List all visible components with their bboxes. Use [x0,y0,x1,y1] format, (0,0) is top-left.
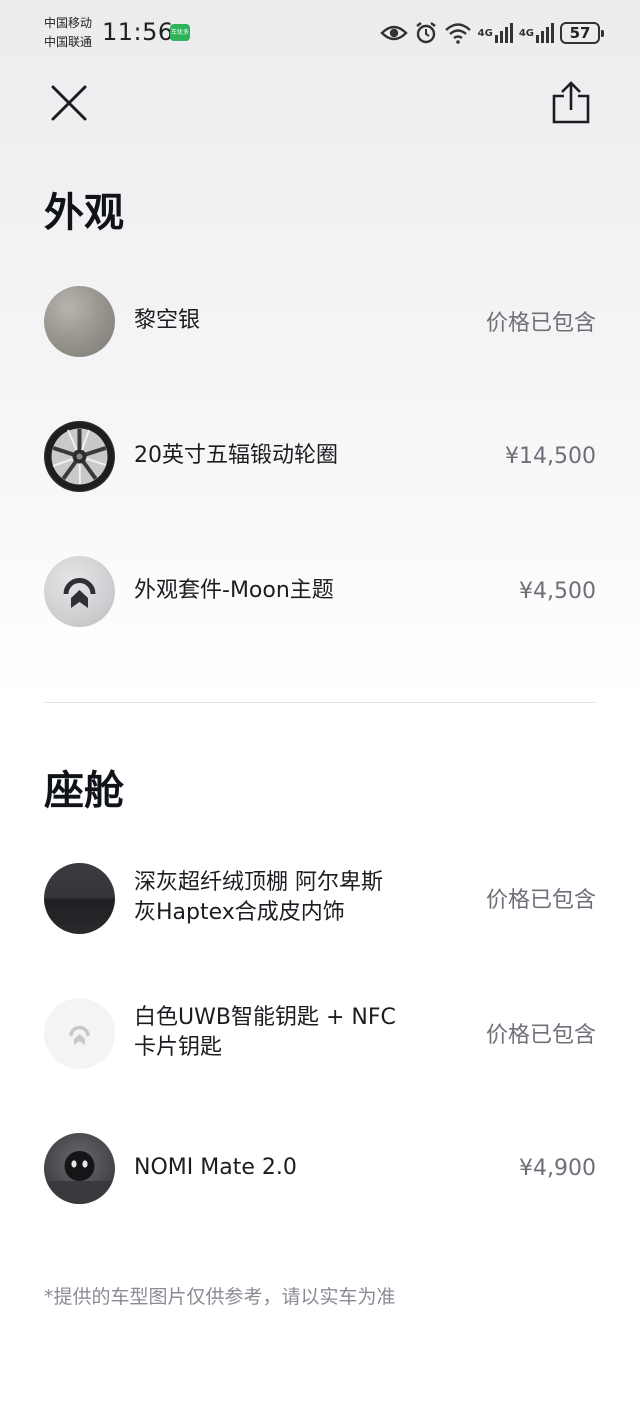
battery-icon: 57 [560,22,604,44]
item-price: ¥4,900 [519,1155,596,1181]
status-time: 11:56 [102,18,174,46]
wheel-rim-icon [44,420,115,492]
carrier-labels: 中国移动 中国联通 [44,14,92,52]
eye-icon [379,25,408,41]
item-price: 价格已包含 [485,888,596,913]
item-name: 外观套件-Moon主题 [134,578,334,603]
nio-key-icon [44,997,115,1069]
item-name: NOMI Mate 2.0 [134,1155,297,1180]
section-divider [44,702,596,703]
wifi-icon [444,23,471,44]
item-price: 价格已包含 [485,1023,596,1048]
carrier-2: 中国联通 [44,35,93,49]
share-button[interactable] [546,78,596,128]
carrier-1: 中国移动 [44,16,93,30]
app-badge-icon: 车优多 [170,24,190,41]
list-item[interactable]: NOMI Mate 2.0 ¥4,900 [44,1132,596,1204]
close-icon [51,85,87,121]
section-title-cabin: 座舱 [44,768,124,814]
item-price: ¥4,500 [519,578,596,604]
item-name: 20英寸五辐锻动轮圈 [134,443,338,468]
list-item[interactable]: 深灰超纤绒顶棚 阿尔卑斯 灰Haptex合成皮内饰 价格已包含 [44,862,596,934]
list-item[interactable]: 20英寸五辐锻动轮圈 ¥14,500 [44,420,596,492]
section-title-exterior: 外观 [44,190,124,236]
interior-fabric-swatch-icon [44,862,115,934]
signal-icon-1 [494,23,513,43]
item-price: ¥14,500 [505,443,596,469]
list-item[interactable]: 黎空银 价格已包含 [44,285,596,357]
status-icons: 4G 4G 57 [379,20,604,46]
list-item[interactable]: 白色UWB智能钥匙 + NFC 卡片钥匙 价格已包含 [44,997,596,1069]
list-item[interactable]: 外观套件-Moon主题 ¥4,500 [44,555,596,627]
item-price: 价格已包含 [485,311,596,336]
item-name-line-2: 灰Haptex合成皮内饰 [134,900,345,925]
nomi-robot-icon [44,1132,115,1204]
item-name-line-1: 深灰超纤绒顶棚 阿尔卑斯 [134,870,383,895]
item-name: 黎空银 [134,308,201,333]
nio-logo-kit-icon [44,555,115,627]
silver-paint-swatch-icon [44,285,115,357]
status-bar: 中国移动 中国联通 11:56 车优多 4G 4G 57 [0,0,640,62]
item-name: 白色UWB智能钥匙 + NFC 卡片钥匙 [134,1003,486,1063]
signal-icon-2 [536,23,554,43]
item-name-line-1: 白色UWB智能钥匙 + NFC [134,1005,396,1030]
alarm-icon [415,22,436,44]
network-label-2: 4G [518,27,534,39]
item-name: 深灰超纤绒顶棚 阿尔卑斯 灰Haptex合成皮内饰 [134,868,486,928]
network-label-1: 4G [477,27,493,39]
item-name-line-2: 卡片钥匙 [134,1035,223,1060]
close-button[interactable] [46,80,92,126]
share-icon [552,81,590,124]
disclaimer-footnote: *提供的车型图片仅供参考，请以实车为准 [44,1286,396,1308]
